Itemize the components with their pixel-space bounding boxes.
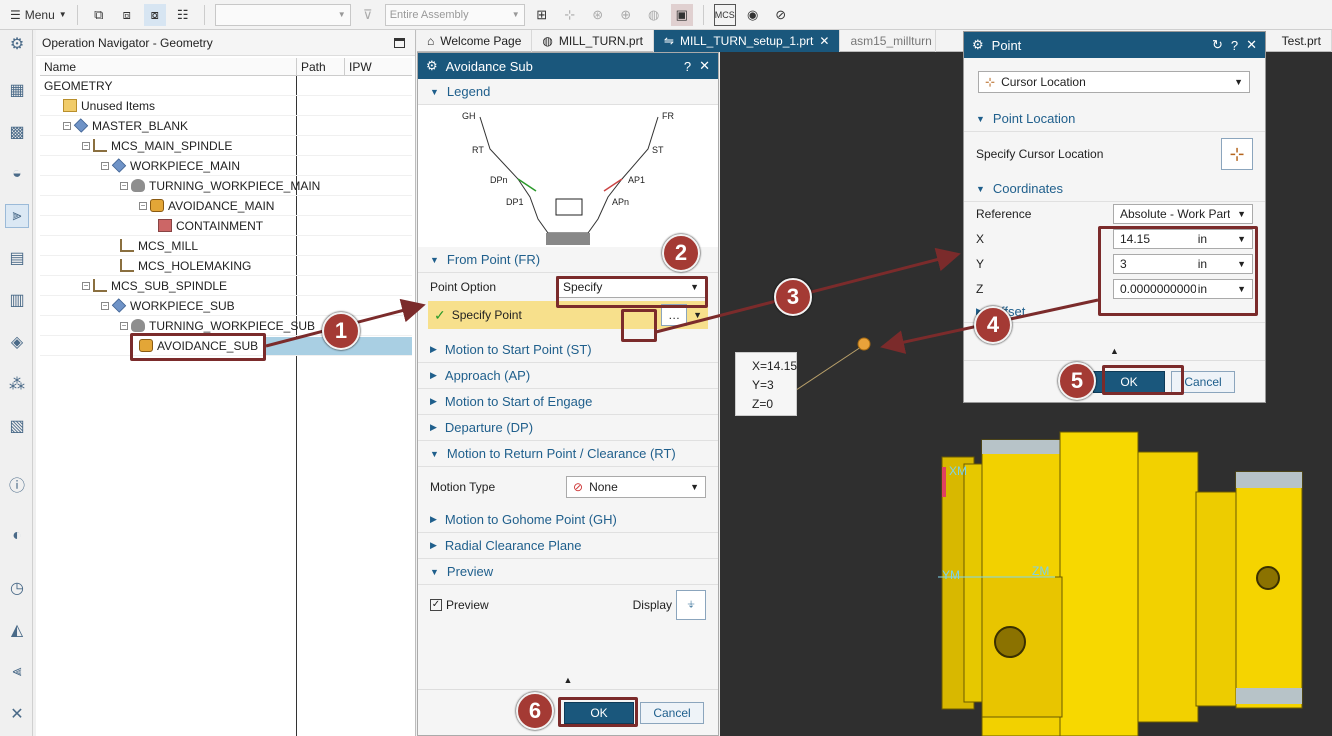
step-badge-5: 5 bbox=[1058, 362, 1096, 400]
callout-point-ok bbox=[1102, 365, 1184, 395]
step-badge-1: 1 bbox=[322, 312, 360, 350]
callout-coordinates bbox=[1098, 226, 1258, 316]
callout-avoidance-ok bbox=[558, 697, 638, 727]
step-badge-6: 6 bbox=[516, 692, 554, 730]
step-badge-4: 4 bbox=[974, 306, 1012, 344]
callout-point-option bbox=[556, 276, 708, 308]
step-badge-2: 2 bbox=[662, 234, 700, 272]
step-badge-3: 3 bbox=[774, 278, 812, 316]
callout-point-button bbox=[621, 309, 657, 342]
callout-avoidance-sub bbox=[130, 333, 266, 361]
